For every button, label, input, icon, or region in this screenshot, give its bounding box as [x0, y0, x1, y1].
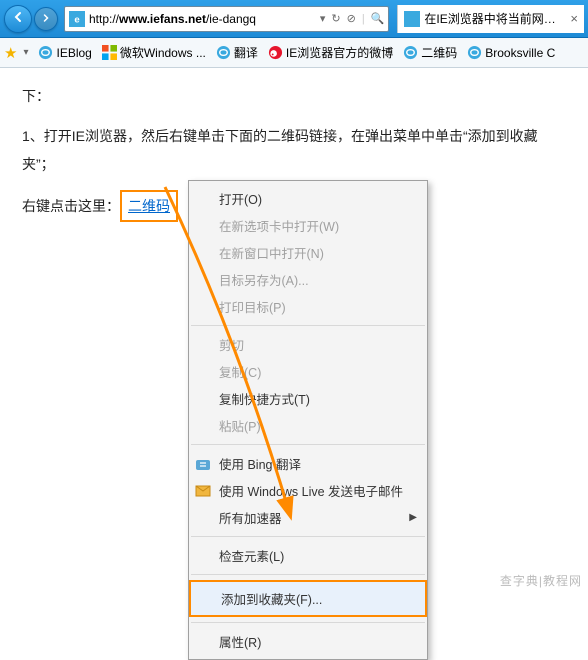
page-line-1: 1、打开IE浏览器，然后右键单击下面的二维码链接，在弹出菜单中单击“添加到收藏夹…: [22, 122, 566, 178]
bing-icon: [195, 456, 211, 472]
favorite-label: 二维码: [421, 44, 457, 61]
favorites-dropdown-icon[interactable]: ▾: [23, 47, 28, 58]
favorite-label: 翻译: [234, 44, 258, 61]
menu-bing-translate[interactable]: 使用 Bing 翻译: [189, 450, 427, 477]
menu-inspect-element[interactable]: 检查元素(L): [189, 542, 427, 569]
favorite-label: Brooksville C: [485, 46, 555, 60]
favorite-label: IE浏览器官方的微博: [286, 44, 393, 61]
menu-all-accelerators[interactable]: 所有加速器▶: [189, 504, 427, 531]
favorites-star-icon[interactable]: ★: [4, 44, 17, 62]
favorite-link[interactable]: 微软Windows ...: [98, 42, 210, 63]
tab-site-icon: [404, 11, 420, 27]
page-line-0: 下：: [22, 82, 566, 110]
mail-icon: [195, 483, 211, 499]
menu-add-to-favorites[interactable]: 添加到收藏夹(F)...: [189, 580, 427, 617]
menu-print-target[interactable]: 打印目标(P): [189, 293, 427, 320]
stop-icon[interactable]: ⊘: [347, 12, 356, 25]
refresh-icon[interactable]: ↻: [331, 12, 340, 25]
menu-properties[interactable]: 属性(R): [189, 628, 427, 655]
menu-cut[interactable]: 剪切: [189, 331, 427, 358]
ie-icon: [216, 45, 231, 60]
favorite-label: IEBlog: [56, 46, 91, 60]
menu-copy[interactable]: 复制(C): [189, 358, 427, 385]
browser-nav-bar: e http://www.iefans.net/ie-dangq ▾ ↻ ⊘ |…: [0, 0, 588, 38]
weibo-icon: [268, 45, 283, 60]
favorite-link[interactable]: IEBlog: [34, 42, 95, 63]
favorite-link[interactable]: Brooksville C: [463, 42, 559, 63]
svg-text:e: e: [74, 14, 79, 24]
back-button[interactable]: [4, 5, 32, 33]
dropdown-icon[interactable]: ▾: [320, 12, 326, 25]
menu-open-new-window[interactable]: 在新窗口中打开(N): [189, 239, 427, 266]
menu-save-target[interactable]: 目标另存为(A)...: [189, 266, 427, 293]
favorites-bar: ★ ▾ IEBlog 微软Windows ... 翻译 IE浏览器官方的微博 二维码 Br…: [0, 38, 588, 68]
win-icon: [102, 45, 117, 60]
forward-button[interactable]: [34, 7, 58, 31]
tab-close-icon[interactable]: ×: [570, 11, 578, 26]
favorite-link[interactable]: 翻译: [212, 42, 262, 63]
menu-paste[interactable]: 粘贴(P): [189, 412, 427, 439]
ie-icon: [467, 45, 482, 60]
qr-code-link[interactable]: 二维码: [120, 190, 178, 222]
menu-open-new-tab[interactable]: 在新选项卡中打开(W): [189, 212, 427, 239]
arrow-right-icon: [40, 12, 52, 24]
ie-icon: [38, 45, 53, 60]
favorite-label: 微软Windows ...: [120, 44, 206, 61]
menu-live-mail[interactable]: 使用 Windows Live 发送电子邮件: [189, 477, 427, 504]
search-icon[interactable]: 🔍: [371, 12, 385, 25]
arrow-left-icon: [10, 9, 26, 25]
address-bar[interactable]: e http://www.iefans.net/ie-dangq ▾ ↻ ⊘ |…: [64, 6, 389, 32]
favorite-link[interactable]: 二维码: [399, 42, 461, 63]
site-icon: e: [69, 11, 85, 27]
favorite-link[interactable]: IE浏览器官方的微博: [264, 42, 397, 63]
menu-open[interactable]: 打开(O): [189, 185, 427, 212]
ie-icon: [403, 45, 418, 60]
submenu-arrow-icon: ▶: [409, 512, 417, 523]
context-menu: 打开(O) 在新选项卡中打开(W) 在新窗口中打开(N) 目标另存为(A)...…: [188, 180, 428, 660]
tab-title: 在IE浏览器中将当前网页网...: [424, 10, 564, 27]
address-text: http://www.iefans.net/ie-dangq: [89, 12, 316, 26]
menu-copy-shortcut[interactable]: 复制快捷方式(T): [189, 385, 427, 412]
browser-tab[interactable]: 在IE浏览器中将当前网页网... ×: [397, 5, 584, 33]
watermark: 查字典|教程网: [500, 572, 582, 589]
address-controls: ▾ ↻ ⊘ | 🔍: [316, 12, 389, 25]
